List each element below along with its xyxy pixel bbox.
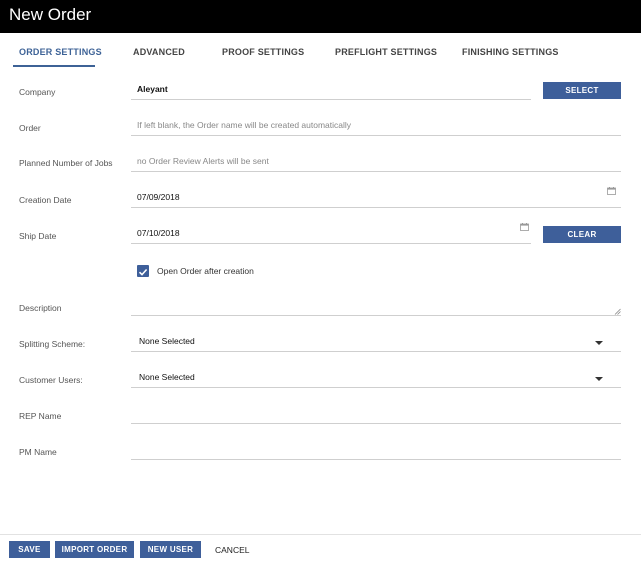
import-order-button[interactable]: IMPORT ORDER (55, 541, 134, 558)
customer-users-label: Customer Users: (19, 375, 83, 385)
select-company-button[interactable]: SELECT (543, 82, 621, 99)
cancel-button[interactable]: CANCEL (215, 545, 249, 555)
tab-finishing-settings[interactable]: FINISHING SETTINGS (462, 47, 559, 57)
clear-ship-date-button[interactable]: CLEAR (543, 226, 621, 243)
customer-users-value: None Selected (139, 372, 195, 382)
order-field[interactable]: If left blank, the Order name will be cr… (131, 117, 621, 136)
tab-order-settings[interactable]: ORDER SETTINGS (19, 47, 102, 57)
chevron-down-icon (595, 377, 603, 381)
planned-jobs-placeholder: no Order Review Alerts will be sent (137, 156, 269, 166)
tab-bar: ORDER SETTINGS ADVANCED PROOF SETTINGS P… (0, 33, 641, 69)
customer-users-select[interactable]: None Selected (131, 369, 621, 388)
splitting-scheme-value: None Selected (139, 336, 195, 346)
pm-name-field[interactable] (131, 441, 621, 460)
company-field[interactable]: Aleyant (131, 81, 531, 100)
resize-grip-icon[interactable] (614, 308, 621, 315)
description-textarea[interactable] (131, 297, 621, 316)
creation-date-field[interactable]: 07/09/2018 (131, 189, 621, 208)
calendar-icon[interactable] (607, 187, 616, 195)
creation-date-label: Creation Date (19, 195, 72, 205)
splitting-scheme-label: Splitting Scheme: (19, 339, 86, 349)
rep-name-field[interactable] (131, 405, 621, 424)
planned-jobs-field[interactable]: no Order Review Alerts will be sent (131, 153, 621, 172)
active-tab-indicator (13, 65, 95, 67)
tab-preflight-settings[interactable]: PREFLIGHT SETTINGS (335, 47, 437, 57)
chevron-down-icon (595, 341, 603, 345)
tab-advanced[interactable]: ADVANCED (133, 47, 185, 57)
order-placeholder: If left blank, the Order name will be cr… (137, 120, 352, 130)
ship-date-label: Ship Date (19, 231, 57, 241)
creation-date-value: 07/09/2018 (137, 192, 180, 202)
save-button[interactable]: SAVE (9, 541, 50, 558)
title-bar: New Order (0, 0, 641, 33)
ship-date-value: 07/10/2018 (137, 228, 180, 238)
footer-divider (0, 534, 641, 535)
checkmark-icon (138, 268, 148, 276)
planned-jobs-label: Planned Number of Jobs (19, 158, 113, 168)
window-title: New Order (9, 5, 92, 24)
company-label: Company (19, 87, 56, 97)
open-order-label: Open Order after creation (157, 266, 254, 276)
tab-proof-settings[interactable]: PROOF SETTINGS (222, 47, 304, 57)
pm-name-label: PM Name (19, 447, 57, 457)
description-label: Description (19, 303, 62, 313)
ship-date-field[interactable]: 07/10/2018 (131, 225, 531, 244)
open-order-checkbox[interactable] (137, 265, 149, 277)
splitting-scheme-select[interactable]: None Selected (131, 333, 621, 352)
company-value: Aleyant (137, 84, 168, 94)
calendar-icon[interactable] (520, 223, 529, 231)
new-user-button[interactable]: NEW USER (140, 541, 201, 558)
order-label: Order (19, 123, 41, 133)
rep-name-label: REP Name (19, 411, 62, 421)
